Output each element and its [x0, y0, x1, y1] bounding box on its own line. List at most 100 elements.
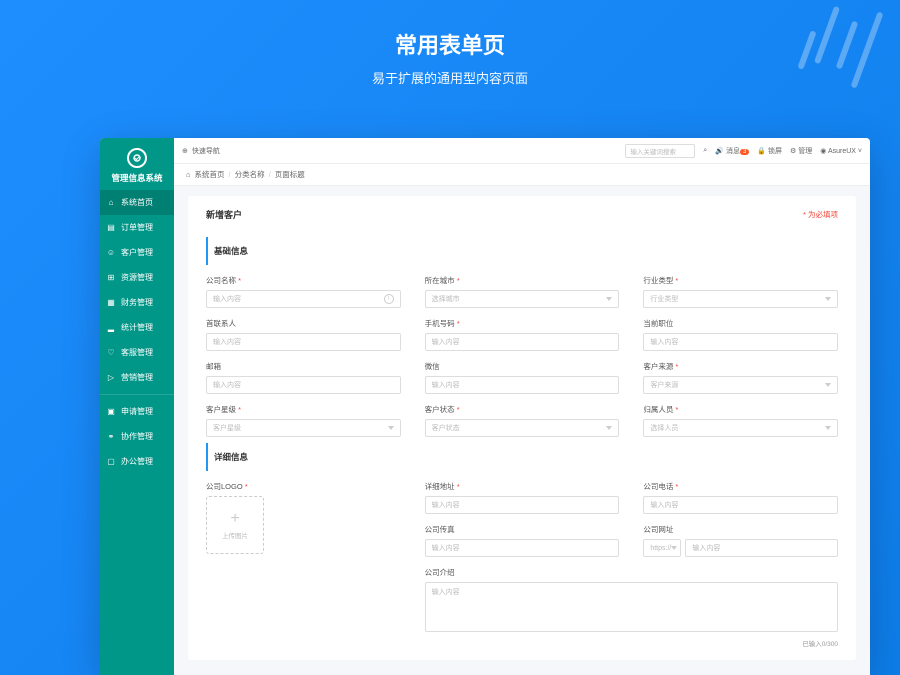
field-logo: 公司LOGO * + 上传图片 [206, 481, 401, 557]
sidebar-item-collab[interactable]: ⚭ 协作管理 [100, 424, 174, 449]
search-icon[interactable]: ⌕ [703, 147, 707, 155]
sidebar-item-label: 资源管理 [121, 272, 153, 283]
field-stars: 客户星级 * 客户星级 [206, 404, 401, 437]
website-input[interactable]: 输入内容 [685, 539, 838, 557]
box-icon: ⊞ [106, 273, 116, 283]
field-tel: 公司电话 * 输入内容 [643, 481, 838, 514]
sidebar-item-label: 订单管理 [121, 222, 153, 233]
home-icon: ⌂ [106, 198, 116, 208]
search-placeholder: 输入关键词搜索 [630, 146, 676, 156]
tel-input[interactable]: 输入内容 [643, 496, 838, 514]
money-icon: ▦ [106, 298, 116, 308]
sidebar-item-support[interactable]: ♡ 客服管理 [100, 340, 174, 365]
sidebar-title: 管理信息系统 [100, 172, 174, 184]
home-icon: ⌂ [186, 170, 191, 179]
sidebar-item-home[interactable]: ⌂ 系统首页 [100, 190, 174, 215]
breadcrumb-sep: / [229, 170, 231, 179]
industry-select[interactable]: 行业类型 [643, 290, 838, 308]
field-industry: 行业类型 * 行业类型 [643, 275, 838, 308]
horn-icon: ▷ [106, 373, 116, 383]
card-title: 新增客户 [206, 208, 242, 221]
email-input[interactable]: 输入内容 [206, 376, 401, 394]
sidebar-item-customers[interactable]: ☺ 客户管理 [100, 240, 174, 265]
hero-subtitle: 易于扩展的通用型内容页面 [0, 68, 900, 87]
chevron-down-icon [671, 546, 677, 550]
lock-link[interactable]: 🔒 锁屏 [757, 146, 782, 156]
sidebar-item-label: 营销管理 [121, 372, 153, 383]
field-phone: 手机号码 * 输入内容 [425, 318, 620, 351]
plus-icon: + [230, 511, 239, 527]
breadcrumb-cat[interactable]: 分类名称 [235, 169, 265, 180]
breadcrumb-sep: / [269, 170, 271, 179]
sidebar-item-finance[interactable]: ▦ 财务管理 [100, 290, 174, 315]
quick-nav-icon[interactable]: ⊕ [182, 147, 188, 155]
sidebar-item-label: 统计管理 [121, 322, 153, 333]
chevron-down-icon [388, 426, 394, 430]
source-select[interactable]: 客户来源 [643, 376, 838, 394]
required-note: * 为必填项 [803, 209, 838, 220]
monitor-icon: ▢ [106, 457, 116, 467]
user-icon: ☺ [106, 248, 116, 258]
sidebar-item-label: 客服管理 [121, 347, 153, 358]
sidebar-item-office[interactable]: ▢ 办公管理 [100, 449, 174, 474]
char-count: 已输入0/300 [425, 638, 838, 648]
sidebar-item-label: 系统首页 [121, 197, 153, 208]
breadcrumb-home[interactable]: 系统首页 [195, 169, 225, 180]
chevron-down-icon [825, 383, 831, 387]
manage-link[interactable]: ⚙ 管理 [790, 146, 812, 156]
doc-icon: ▤ [106, 223, 116, 233]
chevron-down-icon [825, 297, 831, 301]
address-input[interactable]: 输入内容 [425, 496, 620, 514]
quick-nav-label[interactable]: 快速导航 [192, 146, 220, 156]
chevron-down-icon [606, 426, 612, 430]
contact-input[interactable]: 输入内容 [206, 333, 401, 351]
section-detail-title: 详细信息 [206, 443, 838, 471]
sidebar-item-resources[interactable]: ⊞ 资源管理 [100, 265, 174, 290]
sidebar-item-apply[interactable]: ▣ 申请管理 [100, 399, 174, 424]
chevron-down-icon [825, 426, 831, 430]
logo-icon [127, 148, 147, 168]
field-intro: 公司介绍 输入内容 已输入0/300 [425, 567, 838, 648]
wechat-input[interactable]: 输入内容 [425, 376, 620, 394]
field-website: 公司网址 https:// 输入内容 [643, 524, 838, 557]
intro-textarea[interactable]: 输入内容 [425, 582, 838, 632]
search-input[interactable]: 输入关键词搜索 [625, 144, 695, 158]
position-input[interactable]: 输入内容 [643, 333, 838, 351]
field-source: 客户来源 * 客户来源 [643, 361, 838, 394]
sidebar-item-orders[interactable]: ▤ 订单管理 [100, 215, 174, 240]
file-icon: ▣ [106, 407, 116, 417]
breadcrumb-page: 页面标题 [275, 169, 305, 180]
logo-upload[interactable]: + 上传图片 [206, 496, 264, 554]
form-card: 新增客户 * 为必填项 基础信息 公司名称 * 输入内容! 所在城市 * 选择城… [188, 196, 856, 660]
support-icon: ♡ [106, 348, 116, 358]
field-contact: 首联系人 输入内容 [206, 318, 401, 351]
topbar: ⊕ 快速导航 输入关键词搜索 ⌕ 🔊 消息3 🔒 锁屏 ⚙ 管理 ◉ Asure… [174, 138, 870, 164]
detail-form-grid: 公司LOGO * + 上传图片 详细地址 * 输入内容 公司电话 * 输入内容 [206, 481, 838, 648]
fax-input[interactable]: 输入内容 [425, 539, 620, 557]
chart-icon: ▂ [106, 323, 116, 333]
field-city: 所在城市 * 选择城市 [425, 275, 620, 308]
url-prefix[interactable]: https:// [643, 539, 681, 557]
company-name-input[interactable]: 输入内容! [206, 290, 401, 308]
field-position: 当前职位 输入内容 [643, 318, 838, 351]
sidebar-item-label: 客户管理 [121, 247, 153, 258]
sidebar-item-stats[interactable]: ▂ 统计管理 [100, 315, 174, 340]
sidebar-item-label: 申请管理 [121, 406, 153, 417]
status-select[interactable]: 客户状态 [425, 419, 620, 437]
assignee-select[interactable]: 选择人员 [643, 419, 838, 437]
breadcrumb: ⌂ 系统首页 / 分类名称 / 页面标题 [174, 164, 870, 186]
stars-select[interactable]: 客户星级 [206, 419, 401, 437]
city-select[interactable]: 选择城市 [425, 290, 620, 308]
sidebar-item-marketing[interactable]: ▷ 营销管理 [100, 365, 174, 390]
app-window: 管理信息系统 ⌂ 系统首页 ▤ 订单管理 ☺ 客户管理 ⊞ 资源管理 ▦ 财务管… [100, 138, 870, 675]
notif-badge: 3 [740, 149, 749, 155]
field-company-name: 公司名称 * 输入内容! [206, 275, 401, 308]
sidebar-item-label: 协作管理 [121, 431, 153, 442]
field-status: 客户状态 * 客户状态 [425, 404, 620, 437]
sidebar-logo[interactable]: 管理信息系统 [100, 138, 174, 190]
phone-input[interactable]: 输入内容 [425, 333, 620, 351]
field-email: 邮箱 输入内容 [206, 361, 401, 394]
notif-link[interactable]: 🔊 消息3 [715, 146, 749, 156]
user-menu[interactable]: ◉ AsureUX ˅ [820, 147, 862, 155]
chevron-down-icon [606, 297, 612, 301]
